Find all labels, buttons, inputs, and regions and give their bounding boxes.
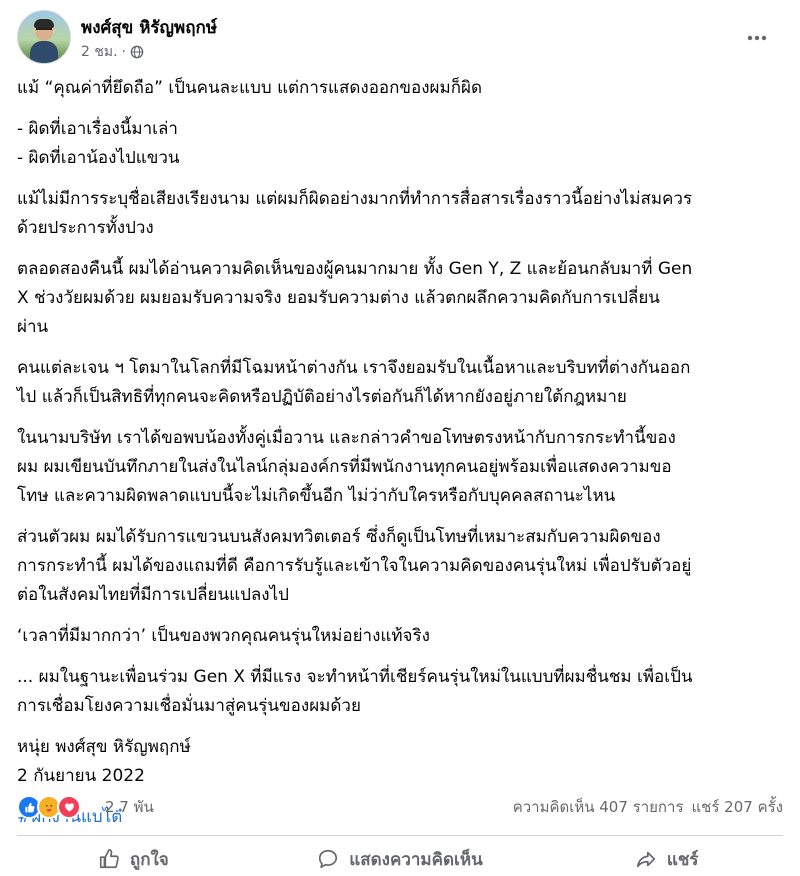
globe-icon[interactable] xyxy=(130,45,144,59)
author-avatar[interactable] xyxy=(17,10,71,64)
post-line: ตลอดสองคืนนี้ ผมได้อ่านความคิดเห็นของผู้… xyxy=(17,259,693,279)
post-meta: 2 ชม. · xyxy=(81,41,144,63)
share-count[interactable]: แชร์ 207 ครั้ง xyxy=(692,795,784,819)
share-arrow-icon xyxy=(636,851,655,868)
post-line: การเชื่อมโยงความเชื่อมั่นมาสู่คนรุ่นของผ… xyxy=(17,696,361,716)
post-line: X ช่วงวัยผมด้วย ผมยอมรับความจริง ยอมรับค… xyxy=(17,288,660,308)
facebook-post: พงศ์สุข หิรัญพฤกษ์ 2 ชม. · แม้ “คุณค่าที… xyxy=(0,0,800,876)
post-line: ... ผมในฐานะเพื่อนร่วม Gen X ที่มีแรง จะ… xyxy=(17,667,693,687)
post-paragraph: แม้ไม่มีการระบุชื่อเสียงเรียงนาม แต่ผมก็… xyxy=(17,185,787,243)
post-line: ‘เวลาที่มีมากกว่า’ เป็นของพวกคุณคนรุ่นให… xyxy=(17,626,430,646)
love-reaction-icon xyxy=(57,795,81,819)
action-bar: ถูกใจ แสดงความคิดเห็น แชร์ xyxy=(0,842,800,876)
post-paragraph: ตลอดสองคืนนี้ ผมได้อ่านความคิดเห็นของผู้… xyxy=(17,255,787,342)
post-paragraph: หนุ่ย พงศ์สุข หิรัญพฤกษ์ 2 กันยายน 2022 xyxy=(17,733,787,791)
comment-button[interactable]: แสดงความคิดเห็น xyxy=(267,842,534,876)
reaction-summary: 2.7 พัน ความคิดเห็น 407 รายการ แชร์ 207 … xyxy=(17,790,783,824)
reaction-count[interactable]: 2.7 พัน xyxy=(105,795,154,819)
author-name[interactable]: พงศ์สุข หิรัญพฤกษ์ xyxy=(81,14,217,41)
share-button[interactable]: แชร์ xyxy=(533,842,800,876)
reaction-icons[interactable] xyxy=(17,795,81,819)
thumbs-up-icon xyxy=(99,849,119,869)
share-label: แชร์ xyxy=(666,849,699,870)
post-date: 2 กันยายน 2022 xyxy=(17,766,145,786)
post-paragraph: ส่วนตัวผม ผมได้รับการแขวนบนสังคมทวิตเตอร… xyxy=(17,523,787,610)
post-paragraph: แม้ “คุณค่าที่ยึดถือ” เป็นคนละแบบ แต่การ… xyxy=(17,74,787,103)
post-paragraph: ... ผมในฐานะเพื่อนร่วม Gen X ที่มีแรง จะ… xyxy=(17,663,787,721)
post-line: การกระทำนี้ ผมได้ของแถมที่ดี คือการรับรู… xyxy=(17,556,692,576)
post-paragraph: - ผิดที่เอาเรื่องนี้มาเล่า - ผิดที่เอาน้… xyxy=(17,115,787,173)
post-line: ผ่าน xyxy=(17,317,49,337)
like-button[interactable]: ถูกใจ xyxy=(0,842,267,876)
post-signature: หนุ่ย พงศ์สุข หิรัญพฤกษ์ xyxy=(17,737,191,757)
meta-separator: · xyxy=(121,44,126,60)
like-label: ถูกใจ xyxy=(129,849,169,870)
post-line: แม้ไม่มีการระบุชื่อเสียงเรียงนาม แต่ผมก็… xyxy=(17,189,693,209)
avatar-glasses xyxy=(36,28,52,34)
comment-label: แสดงความคิดเห็น xyxy=(349,849,483,870)
avatar-shirt xyxy=(30,41,58,63)
post-line: ผม ผมเขียนบันทึกภายในส่งในไลน์กลุ่มองค์ก… xyxy=(17,457,672,477)
avatar-hair xyxy=(34,19,54,28)
comment-count[interactable]: ความคิดเห็น 407 รายการ xyxy=(513,795,684,819)
post-time[interactable]: 2 ชม. xyxy=(81,41,118,63)
post-line: ไป แล้วก็เป็นสิทธิที่ทุกคนจะคิดหรือปฏิบั… xyxy=(17,387,627,407)
engagement-counts: ความคิดเห็น 407 รายการ แชร์ 207 ครั้ง xyxy=(513,795,783,819)
post-line: ในนามบริษัท เราได้ขอพบน้องทั้งคู่เมื่อวา… xyxy=(17,428,676,448)
post-line: ต่อในสังคมไทยที่มีการเปลี่ยนแปลงไป xyxy=(17,585,289,605)
comment-bubble-icon xyxy=(319,849,338,869)
post-body: แม้ “คุณค่าที่ยึดถือ” เป็นคนละแบบ แต่การ… xyxy=(17,74,787,844)
post-header: พงศ์สุข หิรัญพฤกษ์ 2 ชม. · xyxy=(17,10,783,64)
post-line: แม้ “คุณค่าที่ยึดถือ” เป็นคนละแบบ แต่การ… xyxy=(17,78,483,98)
more-options-icon[interactable] xyxy=(739,20,775,56)
post-line: - ผิดที่เอาน้องไปแขวน xyxy=(17,148,180,168)
post-line: ด้วยประการทั้งปวง xyxy=(17,218,154,238)
action-divider xyxy=(17,835,783,836)
post-line: โทษ และความผิดพลาดแบบนี้จะไม่เกิดขึ้นอีก… xyxy=(17,486,616,506)
post-paragraph: ‘เวลาที่มีมากกว่า’ เป็นของพวกคุณคนรุ่นให… xyxy=(17,622,787,651)
post-line: - ผิดที่เอาเรื่องนี้มาเล่า xyxy=(17,119,178,139)
post-line: ส่วนตัวผม ผมได้รับการแขวนบนสังคมทวิตเตอร… xyxy=(17,527,661,547)
post-paragraph: ในนามบริษัท เราได้ขอพบน้องทั้งคู่เมื่อวา… xyxy=(17,424,787,511)
post-line: คนแต่ละเจน ฯ โตมาในโลกที่มีโฉมหน้าต่างกั… xyxy=(17,358,691,378)
post-paragraph: คนแต่ละเจน ฯ โตมาในโลกที่มีโฉมหน้าต่างกั… xyxy=(17,354,787,412)
